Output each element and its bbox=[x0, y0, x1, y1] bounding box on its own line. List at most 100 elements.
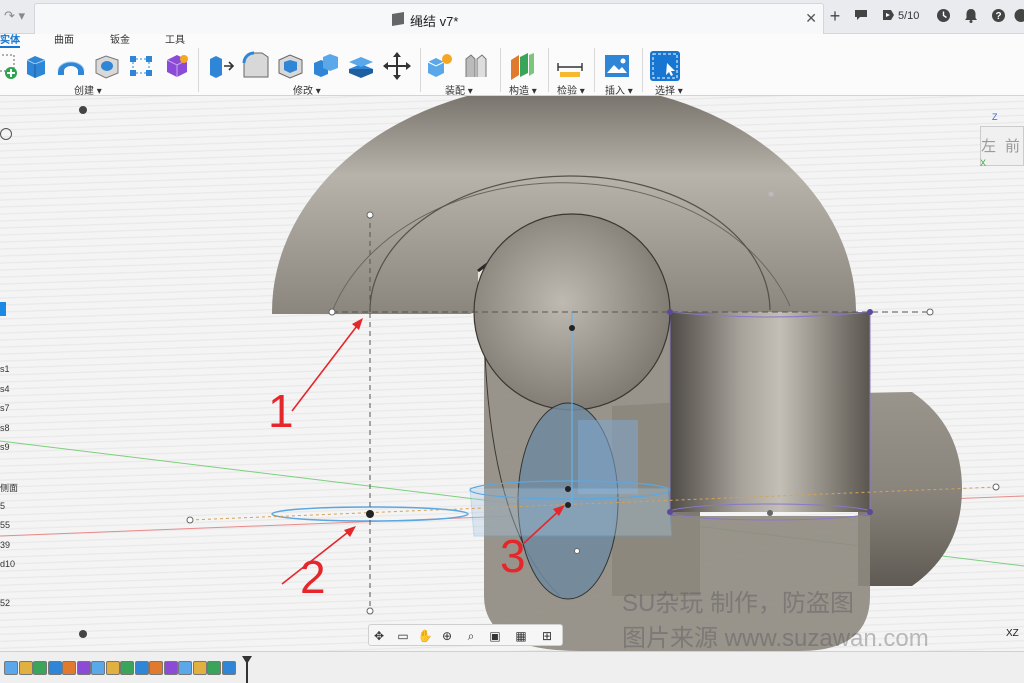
comment-icon[interactable] bbox=[852, 8, 870, 26]
sketch-point[interactable] bbox=[565, 502, 571, 508]
sketch-point[interactable] bbox=[867, 309, 873, 315]
sketch-point[interactable] bbox=[186, 516, 194, 524]
browser-item[interactable]: 52 bbox=[0, 598, 10, 608]
sketch-point[interactable] bbox=[992, 483, 1000, 491]
sketch-point[interactable] bbox=[569, 325, 575, 331]
sketch-point[interactable] bbox=[867, 509, 873, 515]
browser-item[interactable]: s1 bbox=[0, 364, 10, 374]
timeline-feature-icon[interactable] bbox=[62, 661, 76, 675]
sketch-point[interactable] bbox=[926, 308, 934, 316]
sketch-point[interactable] bbox=[366, 211, 374, 219]
close-icon[interactable]: ✕ bbox=[805, 10, 817, 27]
pattern-icon[interactable] bbox=[126, 51, 156, 81]
orbit-icon[interactable]: ✥ bbox=[371, 628, 387, 644]
tab-sheet-metal[interactable]: 钣金 bbox=[110, 34, 130, 48]
sketch-point[interactable] bbox=[565, 486, 571, 492]
modify-group-label[interactable]: 修改 ▾ bbox=[293, 82, 321, 97]
tab-tools[interactable]: 工具 bbox=[165, 34, 185, 48]
notification-bell-icon[interactable] bbox=[962, 8, 980, 26]
tab-surface[interactable]: 曲面 bbox=[54, 34, 74, 48]
fillet-icon[interactable] bbox=[241, 51, 271, 81]
clock-icon[interactable] bbox=[934, 8, 952, 26]
timeline-marker[interactable] bbox=[242, 656, 252, 683]
zoom-icon[interactable]: ⊕ bbox=[439, 628, 455, 644]
shell-icon[interactable] bbox=[276, 51, 306, 81]
right-vertical-tube[interactable] bbox=[670, 312, 870, 512]
sketch-point[interactable] bbox=[767, 510, 773, 516]
construct-group-label[interactable]: 构造 ▾ bbox=[509, 82, 537, 97]
timeline-feature-icon[interactable] bbox=[105, 661, 120, 675]
job-count[interactable]: 5/10 bbox=[898, 10, 919, 22]
select-icon[interactable] bbox=[650, 51, 680, 81]
sketch-point[interactable] bbox=[366, 510, 374, 518]
browser-item[interactable]: 侧面 bbox=[0, 481, 18, 494]
timeline-feature-icon[interactable] bbox=[4, 661, 18, 675]
extrude-icon[interactable] bbox=[22, 51, 52, 81]
insert-group-label[interactable]: 插入 ▾ bbox=[605, 82, 633, 97]
view-cube-left-label[interactable]: 左 bbox=[981, 135, 996, 156]
new-tab-plus-icon[interactable]: + bbox=[826, 7, 844, 27]
form-icon[interactable] bbox=[162, 51, 192, 81]
redo-icon[interactable]: ↷ ▾ bbox=[4, 8, 32, 26]
timeline-feature-icon[interactable] bbox=[33, 661, 47, 675]
panel-toggle-dot[interactable] bbox=[79, 106, 87, 114]
look-at-icon[interactable]: ▭ bbox=[395, 628, 411, 644]
pan-hand-icon[interactable]: ✋ bbox=[417, 628, 433, 644]
account-icon[interactable] bbox=[1012, 8, 1024, 26]
browser-item[interactable]: d10 bbox=[0, 559, 15, 569]
grid-icon[interactable]: ▦ bbox=[513, 628, 529, 644]
inspect-group-label[interactable]: 检验 ▾ bbox=[557, 82, 585, 97]
move-icon[interactable] bbox=[382, 51, 412, 81]
timeline-feature-icon[interactable] bbox=[192, 661, 207, 675]
browser-item[interactable]: 39 bbox=[0, 540, 10, 550]
browser-item[interactable]: s4 bbox=[0, 384, 10, 394]
job-status-icon[interactable] bbox=[880, 8, 896, 26]
create-group-label[interactable]: 创建 ▾ bbox=[74, 82, 102, 97]
combine-icon[interactable] bbox=[311, 51, 341, 81]
timeline-feature-icon[interactable] bbox=[76, 661, 91, 675]
display-settings-icon[interactable]: ▣ bbox=[487, 628, 503, 644]
sketch-point[interactable] bbox=[667, 309, 673, 315]
help-icon[interactable]: ? bbox=[989, 8, 1007, 26]
sketch-point[interactable] bbox=[328, 308, 336, 316]
joint-icon[interactable] bbox=[461, 51, 491, 81]
insert-image-icon[interactable] bbox=[602, 51, 632, 81]
sketch-point[interactable] bbox=[667, 509, 673, 515]
sketch-point[interactable] bbox=[574, 548, 580, 554]
hole-icon[interactable] bbox=[92, 51, 122, 81]
panel-toggle-dot[interactable] bbox=[79, 630, 87, 638]
sketch-plane[interactable] bbox=[469, 487, 673, 537]
measure-icon[interactable] bbox=[555, 51, 585, 81]
timeline-feature-icon[interactable] bbox=[178, 661, 192, 675]
browser-item[interactable]: s7 bbox=[0, 403, 10, 413]
timeline-feature-icon[interactable] bbox=[120, 661, 134, 675]
timeline-feature-icon[interactable] bbox=[134, 661, 149, 675]
tab-solid[interactable]: 实体 bbox=[0, 34, 20, 48]
press-pull-icon[interactable] bbox=[206, 51, 236, 81]
browser-item[interactable]: s9 bbox=[0, 442, 10, 452]
new-component-icon[interactable] bbox=[425, 51, 455, 81]
sketch-point[interactable] bbox=[366, 607, 374, 615]
document-tab[interactable]: 绳结 v7* ✕ bbox=[34, 3, 824, 34]
view-cube-face[interactable]: 左 前 bbox=[980, 126, 1024, 166]
timeline-feature-icon[interactable] bbox=[91, 661, 105, 675]
timeline-feature-icon[interactable] bbox=[221, 661, 236, 675]
timeline-feature-icon[interactable] bbox=[149, 661, 163, 675]
select-group-label[interactable]: 选择 ▾ bbox=[655, 82, 683, 97]
view-cube[interactable]: Z 左 前 X bbox=[978, 112, 1024, 168]
timeline-feature-icon[interactable] bbox=[163, 661, 178, 675]
browser-item[interactable]: s8 bbox=[0, 423, 10, 433]
revolve-icon[interactable] bbox=[55, 51, 85, 81]
sketch-point[interactable] bbox=[768, 191, 774, 197]
browser-item[interactable]: 55 bbox=[0, 520, 10, 530]
radio-icon[interactable] bbox=[0, 128, 12, 140]
fit-icon[interactable]: ⌕ bbox=[463, 628, 479, 644]
timeline-feature-icon[interactable] bbox=[18, 661, 33, 675]
assemble-group-label[interactable]: 装配 ▾ bbox=[445, 82, 473, 97]
offset-face-icon[interactable] bbox=[346, 51, 376, 81]
model-canvas[interactable]: s1 s4 s7 s8 s9 侧面 5 55 39 d10 52 Z 左 前 X… bbox=[0, 96, 1024, 651]
browser-item[interactable]: 5 bbox=[0, 501, 5, 511]
construct-plane-icon[interactable] bbox=[507, 51, 537, 81]
timeline-feature-icon[interactable] bbox=[47, 661, 62, 675]
viewports-icon[interactable]: ⊞ bbox=[539, 628, 555, 644]
